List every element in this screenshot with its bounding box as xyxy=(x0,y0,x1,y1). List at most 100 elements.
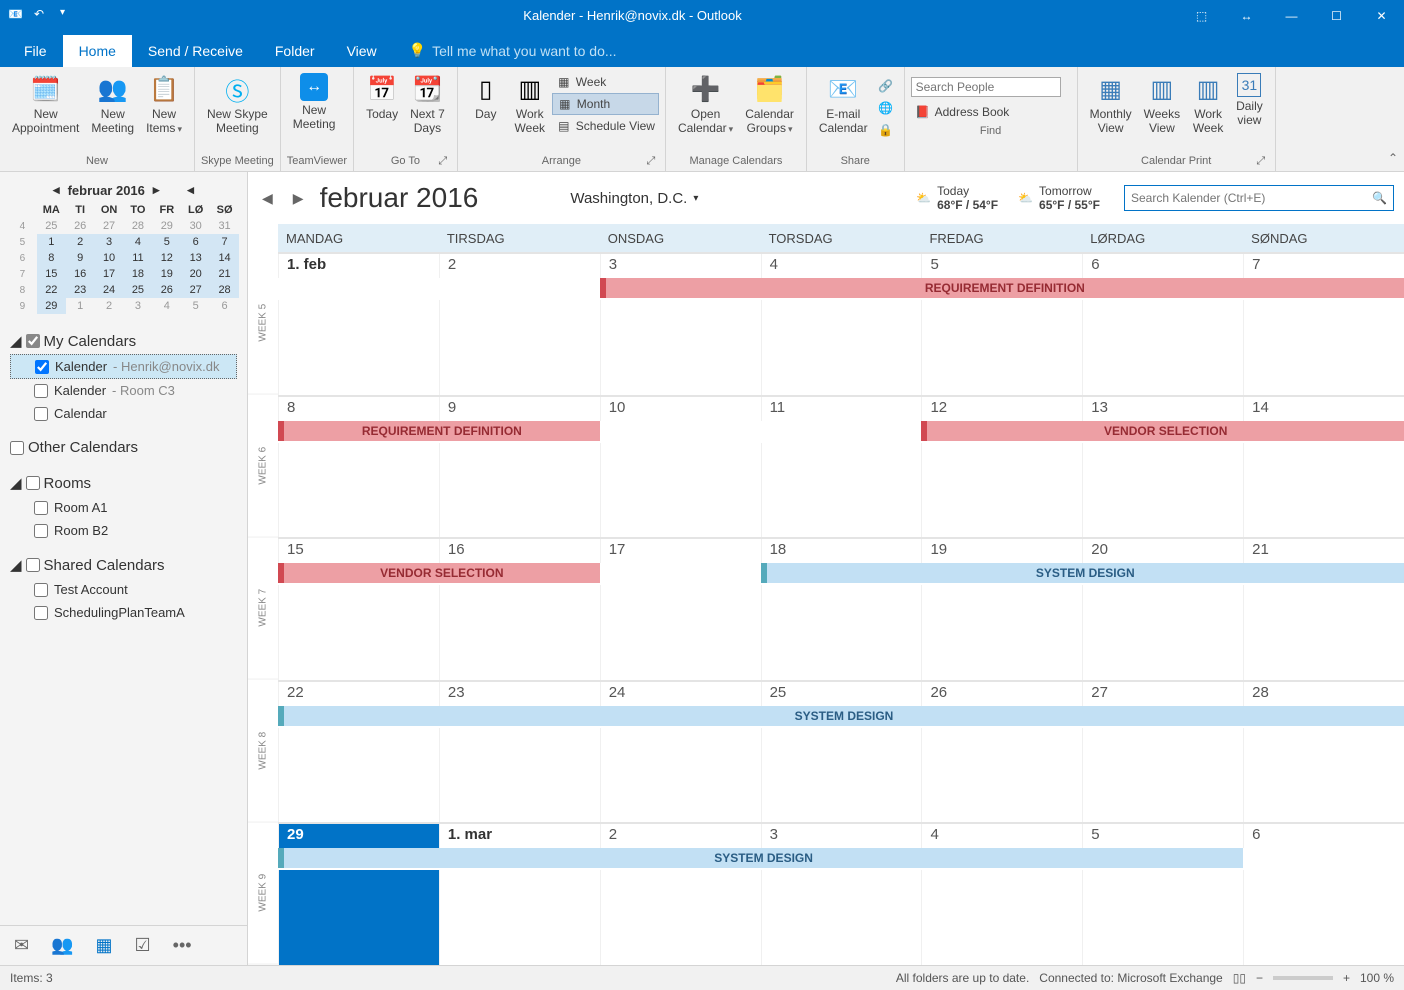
search-people-input[interactable] xyxy=(911,77,1061,97)
calendar-item-checkbox[interactable] xyxy=(34,524,48,538)
calendar-day[interactable]: 20 xyxy=(1082,539,1243,563)
calendar-day[interactable]: 21 xyxy=(1243,539,1404,563)
tasks-nav-icon[interactable]: ☑ xyxy=(135,935,151,956)
calendar-day[interactable]: 17 xyxy=(600,539,761,563)
calendar-groups-button[interactable]: 🗂️ Calendar Groups xyxy=(739,71,800,153)
shared-calendars-group[interactable]: ◢ Shared Calendars xyxy=(10,552,237,578)
calendar-day[interactable]: 15 xyxy=(278,539,439,563)
calendar-day[interactable]: 22 xyxy=(278,682,439,706)
zoom-slider[interactable] xyxy=(1273,976,1333,980)
calendar-day[interactable]: 18 xyxy=(761,539,922,563)
calendar-item-checkbox[interactable] xyxy=(34,606,48,620)
calendar-day[interactable]: 11 xyxy=(761,397,922,421)
week-row[interactable]: 891011121314REQUIREMENT DEFINITIONVENDOR… xyxy=(278,395,1404,538)
workweek-print-button[interactable]: ▥Work Week xyxy=(1186,71,1230,153)
daily-view-print-button[interactable]: 31Daily view xyxy=(1230,71,1269,153)
week-row[interactable]: 1. feb234567REQUIREMENT DEFINITION xyxy=(278,252,1404,395)
open-calendar-button[interactable]: ➕ Open Calendar xyxy=(672,71,739,153)
my-calendars-group[interactable]: ◢ My Calendars xyxy=(10,328,237,354)
next-period-icon[interactable]: ▶ xyxy=(289,186,308,211)
calendar-day[interactable]: 16 xyxy=(439,539,600,563)
undo-icon[interactable]: ↶ xyxy=(34,7,52,25)
calendar-day[interactable]: 1. feb xyxy=(278,254,439,278)
tab-home[interactable]: Home xyxy=(63,35,132,67)
close-button[interactable]: ✕ xyxy=(1359,0,1404,31)
calendar-event[interactable]: VENDOR SELECTION xyxy=(278,563,600,583)
calendar-item-checkbox[interactable] xyxy=(34,384,48,398)
today-button[interactable]: 📅 Today xyxy=(360,71,404,153)
new-teamviewer-meeting-button[interactable]: ↔ New Meeting xyxy=(287,71,342,153)
calendar-day[interactable]: 5 xyxy=(1082,824,1243,848)
new-meeting-button[interactable]: 👥 New Meeting xyxy=(85,71,140,153)
month-view-button[interactable]: ▦Month xyxy=(552,93,659,115)
calendar-day[interactable]: 3 xyxy=(761,824,922,848)
calendar-day[interactable]: 2 xyxy=(600,824,761,848)
calendar-item-checkbox[interactable] xyxy=(34,583,48,597)
calendar-day[interactable]: 3 xyxy=(600,254,761,278)
new-items-button[interactable]: 📋 New Items xyxy=(140,71,188,153)
tab-file[interactable]: File xyxy=(8,35,63,67)
dialog-launcher-icon[interactable]: ⤢ xyxy=(437,155,449,167)
prev-period-icon[interactable]: ◀ xyxy=(258,186,277,211)
calendar-search-input[interactable] xyxy=(1131,191,1372,205)
collapse-panel-icon[interactable]: ◂ xyxy=(187,182,194,198)
search-icon[interactable]: 🔍 xyxy=(1372,191,1387,205)
new-appointment-button[interactable]: 🗓️ New Appointment xyxy=(6,71,85,153)
rooms-group[interactable]: ◢ Rooms xyxy=(10,470,237,496)
more-nav-icon[interactable]: ••• xyxy=(173,935,192,956)
new-skype-meeting-button[interactable]: Ⓢ New Skype Meeting xyxy=(201,71,274,153)
calendar-nav-icon[interactable]: ▦ xyxy=(96,935,113,956)
week-view-button[interactable]: ▦Week xyxy=(552,71,659,93)
calendar-event[interactable]: VENDOR SELECTION xyxy=(921,421,1404,441)
email-calendar-button[interactable]: 📧 E-mail Calendar xyxy=(813,71,874,153)
calendar-item-checkbox[interactable] xyxy=(35,360,49,374)
dialog-launcher-icon[interactable]: ⤢ xyxy=(1255,155,1267,167)
calendar-event[interactable]: REQUIREMENT DEFINITION xyxy=(278,421,600,441)
win-restore-icon[interactable]: ⬚ xyxy=(1179,0,1224,31)
qat-dropdown-icon[interactable]: ▾ xyxy=(60,7,78,25)
dialog-launcher-icon[interactable]: ⤢ xyxy=(645,155,657,167)
zoom-out-icon[interactable]: − xyxy=(1256,971,1263,985)
calendar-event[interactable]: SYSTEM DESIGN xyxy=(278,848,1243,868)
minimize-button[interactable]: — xyxy=(1269,0,1314,31)
calendar-day[interactable]: 2 xyxy=(439,254,600,278)
prev-month-icon[interactable]: ◂ xyxy=(53,182,60,198)
day-view-button[interactable]: ▯ Day xyxy=(464,71,508,153)
work-week-button[interactable]: ▥ Work Week xyxy=(508,71,552,153)
calendar-day[interactable]: 26 xyxy=(921,682,1082,706)
calendar-day[interactable]: 5 xyxy=(921,254,1082,278)
my-calendars-checkbox[interactable] xyxy=(26,334,40,348)
tab-send-receive[interactable]: Send / Receive xyxy=(132,35,259,67)
view-toggle-icon[interactable]: ▯▯ xyxy=(1233,971,1246,985)
calendar-day[interactable]: 23 xyxy=(439,682,600,706)
monthly-view-print-button[interactable]: ▦Monthly View xyxy=(1084,71,1138,153)
calendar-day[interactable]: 25 xyxy=(761,682,922,706)
next-7-days-button[interactable]: 📆 Next 7 Days xyxy=(404,71,451,153)
calendar-day[interactable]: 6 xyxy=(1082,254,1243,278)
other-calendars-group[interactable]: Other Calendars xyxy=(10,435,237,460)
rooms-checkbox[interactable] xyxy=(26,476,40,490)
calendar-day[interactable]: 28 xyxy=(1243,682,1404,706)
calendar-day[interactable]: 12 xyxy=(921,397,1082,421)
calendar-permissions-button[interactable]: 🔒 xyxy=(874,119,898,141)
win-fullscreen-icon[interactable]: ↔ xyxy=(1224,0,1269,31)
tab-view[interactable]: View xyxy=(331,35,393,67)
weeks-view-print-button[interactable]: ▥Weeks View xyxy=(1138,71,1186,153)
calendar-tree-item[interactable]: Room B2 xyxy=(10,519,237,542)
publish-online-button[interactable]: 🌐 xyxy=(874,97,898,119)
week-row[interactable]: 291. mar23456SYSTEM DESIGN xyxy=(278,822,1404,965)
calendar-item-checkbox[interactable] xyxy=(34,501,48,515)
calendar-day[interactable]: 1. mar xyxy=(439,824,600,848)
week-row[interactable]: 15161718192021VENDOR SELECTIONSYSTEM DES… xyxy=(278,537,1404,680)
week-row[interactable]: 22232425262728SYSTEM DESIGN xyxy=(278,680,1404,823)
calendar-day[interactable]: 4 xyxy=(921,824,1082,848)
calendar-day[interactable]: 13 xyxy=(1082,397,1243,421)
calendar-day[interactable]: 4 xyxy=(761,254,922,278)
next-month-icon[interactable]: ▸ xyxy=(153,182,160,198)
calendar-item-checkbox[interactable] xyxy=(34,407,48,421)
address-book-button[interactable]: 📕Address Book xyxy=(911,101,1071,123)
calendar-day[interactable]: 6 xyxy=(1243,824,1404,848)
calendar-day[interactable]: 19 xyxy=(921,539,1082,563)
schedule-view-button[interactable]: ▤Schedule View xyxy=(552,115,659,137)
calendar-tree-item[interactable]: Kalender - Henrik@novix.dk xyxy=(10,354,237,379)
